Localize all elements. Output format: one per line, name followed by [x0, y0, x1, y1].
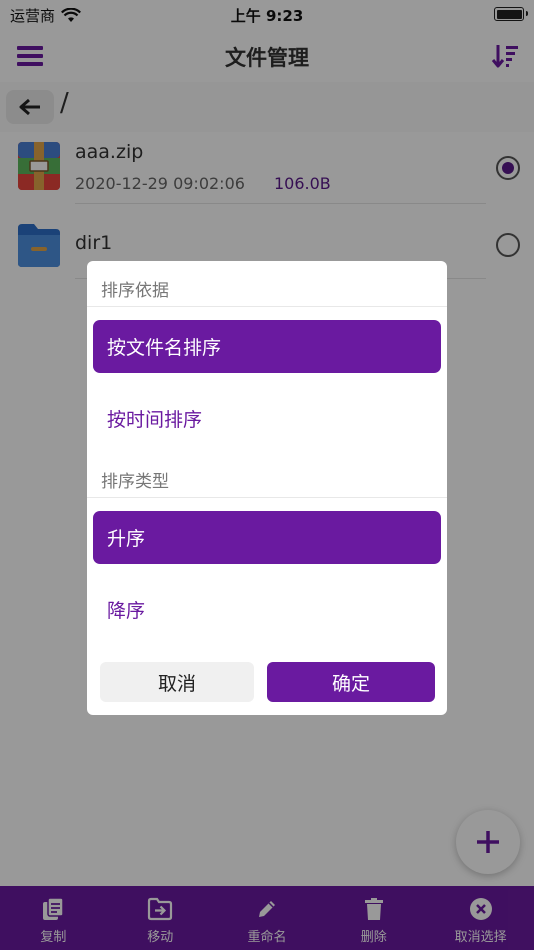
sort-dialog: 排序依据 按文件名排序 按时间排序 排序类型 升序 降序 取消 确定 — [87, 261, 447, 715]
ascending-option[interactable]: 升序 — [93, 511, 441, 564]
sort-basis-title: 排序依据 — [101, 281, 169, 301]
section-divider — [87, 306, 447, 307]
section-divider — [87, 497, 447, 498]
cancel-button[interactable]: 取消 — [100, 662, 254, 702]
confirm-button[interactable]: 确定 — [267, 662, 435, 702]
sort-type-title: 排序类型 — [101, 472, 169, 492]
sort-by-name-option[interactable]: 按文件名排序 — [93, 320, 441, 373]
descending-option[interactable]: 降序 — [93, 583, 441, 636]
sort-by-time-option[interactable]: 按时间排序 — [93, 392, 441, 445]
